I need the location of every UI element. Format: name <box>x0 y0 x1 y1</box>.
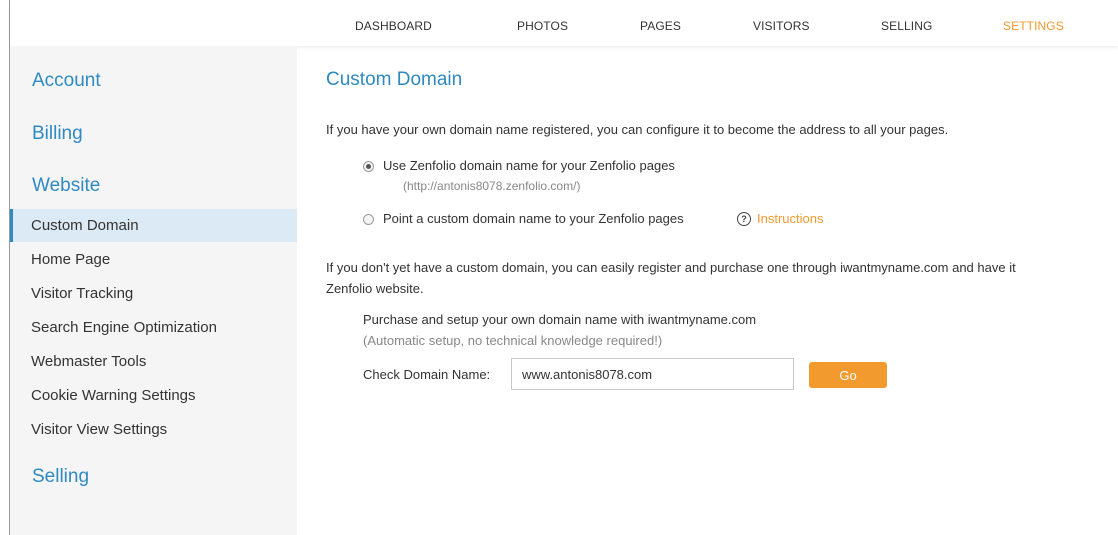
go-button[interactable]: Go <box>809 362 887 388</box>
sidebar-item-webmaster-tools[interactable]: Webmaster Tools <box>10 345 297 378</box>
sidebar-heading-billing[interactable]: Billing <box>32 123 83 145</box>
sidebar-item-custom-domain[interactable]: Custom Domain <box>10 209 297 242</box>
register-text-line2: Zenfolio website. <box>326 281 424 296</box>
option-zenfolio-url: (http://antonis8078.zenfolio.com/) <box>403 179 581 193</box>
option-zenfolio-label[interactable]: Use Zenfolio domain name for your Zenfol… <box>383 158 675 173</box>
sidebar-item-visitor-view[interactable]: Visitor View Settings <box>10 413 297 446</box>
main-content: Custom Domain If you have your own domai… <box>297 46 1118 535</box>
register-text-line1: If you don't yet have a custom domain, y… <box>326 260 1016 275</box>
sidebar-item-seo[interactable]: Search Engine Optimization <box>10 311 297 344</box>
top-navigation: DASHBOARD PHOTOS PAGES VISITORS SELLING … <box>10 0 1118 46</box>
domain-name-input[interactable] <box>511 358 794 390</box>
nav-visitors[interactable]: VISITORS <box>753 19 810 33</box>
nav-selling[interactable]: SELLING <box>881 19 932 33</box>
sidebar-item-home-page[interactable]: Home Page <box>10 243 297 276</box>
page-title: Custom Domain <box>326 69 463 90</box>
nav-dashboard[interactable]: DASHBOARD <box>355 19 432 33</box>
sidebar-heading-account[interactable]: Account <box>32 70 101 92</box>
sidebar-heading-website[interactable]: Website <box>32 175 100 197</box>
instructions-link[interactable]: Instructions <box>757 211 823 226</box>
check-domain-label: Check Domain Name: <box>363 367 491 382</box>
option-custom-label[interactable]: Point a custom domain name to your Zenfo… <box>383 211 684 226</box>
sidebar-item-visitor-tracking[interactable]: Visitor Tracking <box>10 277 297 310</box>
settings-sidebar: Account Billing Website Custom Domain Ho… <box>10 46 297 535</box>
purchase-title: Purchase and setup your own domain name … <box>363 312 757 327</box>
intro-text: If you have your own domain name registe… <box>326 122 949 137</box>
radio-zenfolio-domain[interactable] <box>363 161 374 172</box>
nav-pages[interactable]: PAGES <box>640 19 681 33</box>
sidebar-item-cookie-warning[interactable]: Cookie Warning Settings <box>10 379 297 412</box>
radio-custom-domain[interactable] <box>363 214 374 225</box>
purchase-note: (Automatic setup, no technical knowledge… <box>363 333 663 348</box>
help-icon[interactable]: ? <box>737 212 751 226</box>
sidebar-heading-selling[interactable]: Selling <box>32 466 89 488</box>
nav-photos[interactable]: PHOTOS <box>517 19 568 33</box>
nav-settings[interactable]: SETTINGS <box>1003 19 1064 33</box>
